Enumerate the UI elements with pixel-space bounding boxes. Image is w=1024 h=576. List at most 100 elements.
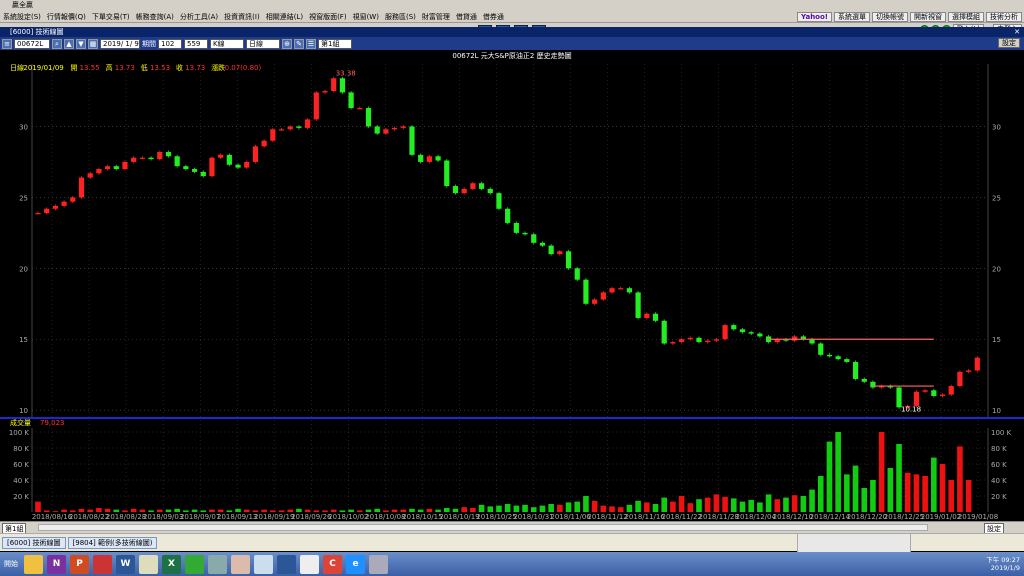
calendar-icon[interactable]: ▦ (88, 38, 98, 49)
yahoo-logo[interactable]: Yahoo! (797, 12, 832, 22)
app3-icon[interactable] (231, 554, 250, 574)
volume-bar (661, 497, 668, 512)
menu-item[interactable]: 服務區(S) (382, 12, 419, 22)
candle-body (435, 156, 441, 161)
trading-app-icon[interactable] (208, 554, 227, 574)
layout-select[interactable]: 第1組 (318, 38, 352, 49)
header-value: 0.07(0.80) (225, 64, 262, 72)
vol-tick-label-right: 40 K (991, 477, 1007, 485)
menu-right-button[interactable]: 開新視窗 (910, 12, 946, 22)
volume-bar (61, 509, 67, 512)
candle-body (305, 119, 311, 128)
app-icon[interactable] (93, 554, 112, 574)
candle-body (687, 337, 693, 340)
volume-bar (565, 502, 572, 512)
candle-body (818, 343, 824, 355)
candle-body (896, 387, 902, 408)
volume-bar (252, 510, 259, 512)
word-icon[interactable]: W (116, 554, 135, 574)
chrome-icon[interactable]: C (323, 554, 342, 574)
bars-input[interactable]: 102 (158, 38, 182, 49)
menu-item[interactable]: 行情報價(Q) (44, 12, 89, 22)
candle-body (322, 91, 328, 93)
candle-body (218, 154, 224, 158)
menu-right-button[interactable]: 技術分析 (986, 12, 1022, 22)
window-title: [6000] 技術線圖 (10, 28, 64, 36)
up-icon[interactable]: ▲ (64, 38, 74, 49)
zoom-icon[interactable]: ⊕ (282, 38, 292, 49)
menu-item[interactable]: 借貸通 (453, 12, 480, 22)
folder-icon[interactable] (24, 554, 43, 574)
y-tick-label-left: 30 (19, 123, 28, 131)
start-button[interactable]: 開始 (0, 554, 22, 574)
date-input[interactable]: 2019/ 1/ 9 (100, 38, 140, 49)
volume-bar (122, 510, 128, 512)
chart-area[interactable]: 10 10 15 15 20 20 25 25 30 30 2018/08/16 2018/08/22… (0, 50, 1024, 520)
volume-bar (243, 509, 250, 512)
volume-bar (765, 494, 772, 512)
tab-window-9804[interactable]: [9804] 範例(多技術線圖) (67, 536, 158, 549)
volume-bar (226, 510, 233, 512)
y-tick-label-right: 20 (992, 265, 1001, 273)
volume-bar (270, 510, 276, 512)
volume-bar (530, 507, 537, 512)
tab-window-6000[interactable]: [6000] 技術線圖 (2, 536, 66, 549)
menu-item[interactable]: 分析工具(A) (177, 12, 221, 22)
candle-body (670, 342, 676, 344)
clock-time: 下午 09:27 (986, 556, 1020, 564)
volume-bar (130, 508, 137, 512)
volume-bar (678, 496, 685, 512)
menu-item[interactable]: 相關連結(L) (263, 12, 306, 22)
chart-scrollbar[interactable]: 第1組 設定 (0, 521, 1024, 535)
draw-icon[interactable]: ✎ (294, 38, 304, 49)
count-input[interactable]: 559 (184, 38, 208, 49)
k-type-select[interactable]: K線 (210, 38, 244, 49)
app5-icon[interactable] (300, 554, 319, 574)
volume-bar (687, 503, 694, 512)
menu-item[interactable]: 帳務查詢(A) (133, 12, 177, 22)
down-icon[interactable]: ▼ (76, 38, 86, 49)
price-chart[interactable]: 10 10 15 15 20 20 25 25 30 30 2018/08/162018/08/22… (0, 50, 1024, 520)
menu-item[interactable]: 視窗(W) (350, 12, 382, 22)
ie-icon[interactable]: e (346, 554, 365, 574)
app6-icon[interactable] (369, 554, 388, 574)
symbol-input[interactable]: 00672L (14, 38, 50, 49)
candle-body (452, 186, 459, 194)
settings-button[interactable]: 設定 (998, 38, 1020, 48)
menu-item[interactable]: 下單交易(T) (89, 12, 133, 22)
volume-bar (844, 474, 850, 512)
volume-bar (261, 509, 267, 512)
x-tick-label: 2018/08/28 (106, 513, 146, 520)
menu-item[interactable]: 系統設定(S) (0, 12, 44, 22)
menu-icon[interactable]: ≡ (2, 38, 12, 49)
clock[interactable]: 下午 09:27 2019/1/9 (986, 556, 1020, 572)
powerpoint-icon[interactable]: P (70, 554, 89, 574)
menu-item[interactable]: 投資資訊(I) (221, 12, 263, 22)
line-icon[interactable] (185, 554, 204, 574)
menu-item[interactable]: 財富管理 (419, 12, 453, 22)
menu-right-button[interactable]: 切換帳號 (872, 12, 908, 22)
list-icon[interactable]: ☰ (306, 38, 316, 49)
app4-icon[interactable] (254, 554, 273, 574)
excel-icon[interactable]: X (162, 554, 181, 574)
menu-item[interactable]: 借券通 (480, 12, 507, 22)
scroll-track[interactable] (38, 524, 928, 531)
onenote-icon[interactable]: N (47, 554, 66, 574)
volume-bar (757, 502, 763, 512)
app2-icon[interactable] (139, 554, 158, 574)
app-titlebar: 贏全贏 (0, 0, 1024, 11)
menu-right-button[interactable]: 選擇模組 (948, 12, 984, 22)
wps-icon[interactable] (277, 554, 296, 574)
y-tick-label-right: 30 (992, 123, 1001, 131)
menu-right-button[interactable]: 系統選單 (834, 12, 870, 22)
volume-bar (278, 510, 285, 512)
volume-bar (861, 488, 868, 512)
window-close-icon[interactable]: ✕ (1014, 27, 1020, 37)
candle-body (600, 292, 606, 300)
volume-bar (739, 501, 746, 512)
search-icon[interactable]: ⌕ (52, 38, 62, 49)
menu-item[interactable]: 視窗版面(F) (306, 12, 350, 22)
interval-select[interactable]: 日線 (246, 38, 280, 49)
right-buttons: 系統選單 切換帳號 開新視窗 選擇模組 技術分析 (832, 12, 1022, 22)
volume-bar (470, 508, 476, 512)
